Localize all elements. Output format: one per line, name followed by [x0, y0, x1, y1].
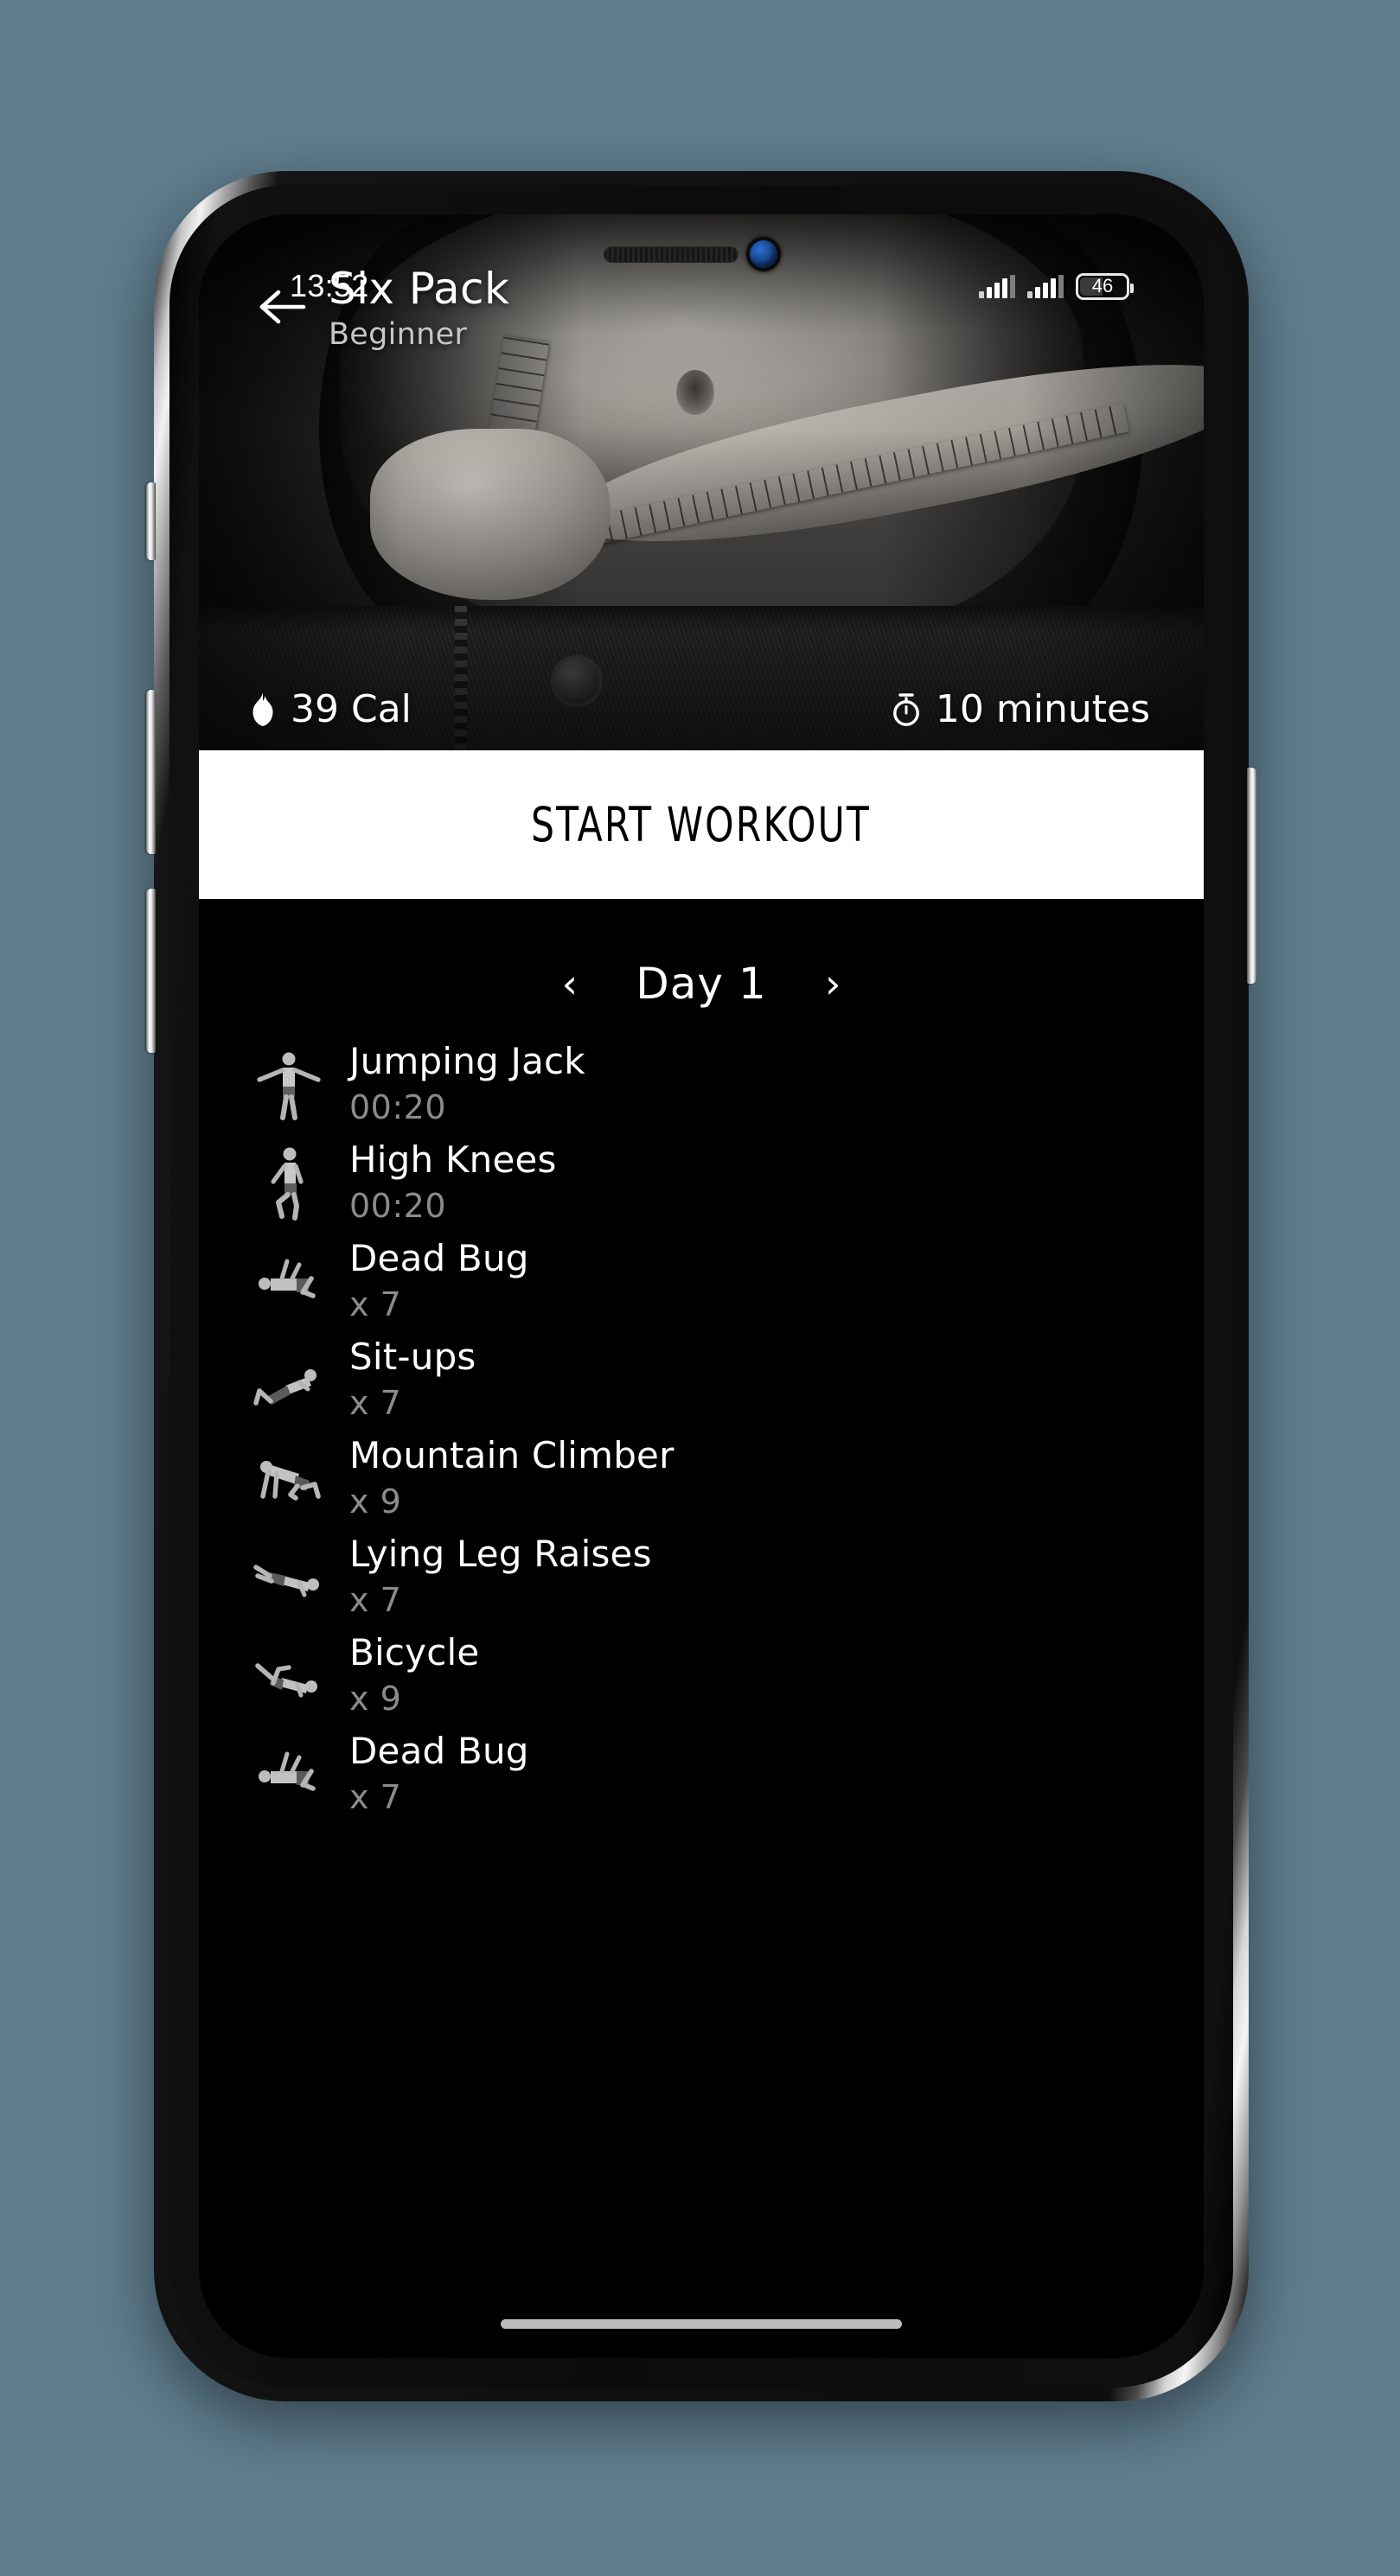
list-item[interactable]: Dead Bug x 7 [199, 1231, 1204, 1329]
exercise-thumbnail-mountain-climber [240, 1432, 337, 1522]
exercise-meta: 00:20 [349, 1186, 447, 1225]
exercise-name: Bicycle [349, 1630, 480, 1674]
exercise-info: Lying Leg Raises x 7 [349, 1532, 652, 1619]
exercise-info: Dead Bug x 7 [349, 1729, 529, 1816]
duration-value: 10 minutes [935, 687, 1150, 731]
hero-section: Six Pack Beginner 39 Cal 10 minutes [199, 214, 1204, 750]
start-workout-label: START WORKOUT [531, 797, 872, 852]
day-navigator: ‹ Day 1 › [199, 932, 1204, 1036]
exercise-name: Mountain Climber [349, 1433, 674, 1476]
exercise-thumbnail-dead-bug [240, 1728, 337, 1818]
earpiece-speaker-icon [604, 246, 738, 263]
front-camera-icon [750, 240, 777, 268]
list-item[interactable]: High Knees 00:20 [199, 1132, 1204, 1231]
back-button[interactable] [246, 270, 320, 344]
exercise-thumbnail-dead-bug [240, 1235, 337, 1325]
back-arrow-icon [259, 288, 307, 326]
app-header: Six Pack Beginner [199, 265, 1204, 352]
list-item[interactable]: Dead Bug x 7 [199, 1724, 1204, 1822]
exercise-name: High Knees [349, 1138, 557, 1181]
list-item[interactable]: Bicycle x 9 [199, 1625, 1204, 1724]
exercise-thumbnail-sit-ups [240, 1334, 337, 1424]
volume-up-button[interactable] [146, 690, 156, 854]
wallpaper-background: Six Pack Beginner 39 Cal 10 minutes STAR… [0, 0, 1400, 2576]
day-label: Day 1 [636, 959, 767, 1009]
chevron-right-icon[interactable]: › [813, 955, 853, 1012]
power-button[interactable] [1247, 768, 1256, 984]
list-item[interactable]: Mountain Climber x 9 [199, 1428, 1204, 1527]
exercise-thumbnail-lying-leg-raises [240, 1531, 337, 1621]
chevron-left-icon[interactable]: ‹ [550, 955, 590, 1012]
exercise-name: Sit-ups [349, 1335, 476, 1378]
exercise-thumbnail-high-knees [240, 1137, 337, 1227]
exercise-name: Dead Bug [349, 1729, 529, 1772]
duration-stat: 10 minutes [891, 687, 1150, 731]
calories-stat: 39 Cal [249, 687, 412, 731]
exercise-meta: x 9 [349, 1679, 402, 1718]
exercise-meta: 00:20 [349, 1087, 447, 1126]
mute-switch[interactable] [146, 482, 156, 560]
exercise-meta: x 9 [349, 1482, 402, 1521]
volume-down-button[interactable] [146, 889, 156, 1053]
exercise-info: Sit-ups x 7 [349, 1335, 476, 1422]
calories-value: 39 Cal [291, 687, 412, 731]
difficulty-label: Beginner [329, 317, 468, 352]
exercise-name: Dead Bug [349, 1236, 529, 1279]
phone-screen: Six Pack Beginner 39 Cal 10 minutes STAR… [199, 214, 1204, 2358]
workout-stats: 39 Cal 10 minutes [199, 687, 1204, 731]
list-item[interactable]: Lying Leg Raises x 7 [199, 1527, 1204, 1625]
start-workout-button[interactable]: START WORKOUT [199, 750, 1204, 899]
exercise-info: Bicycle x 9 [349, 1630, 480, 1718]
list-item[interactable]: Jumping Jack 00:20 [199, 1034, 1204, 1132]
page-title: Six Pack [329, 264, 510, 314]
list-item[interactable]: Sit-ups x 7 [199, 1329, 1204, 1428]
exercise-name: Jumping Jack [349, 1039, 585, 1082]
stopwatch-icon [891, 691, 922, 729]
exercise-thumbnail-bicycle [240, 1629, 337, 1719]
exercise-list[interactable]: Jumping Jack 00:20 High Knees 00:20 Dead… [199, 1034, 1204, 2358]
exercise-info: Jumping Jack 00:20 [349, 1043, 585, 1124]
flame-icon [249, 691, 277, 729]
home-indicator[interactable] [501, 2319, 902, 2329]
exercise-meta: x 7 [349, 1777, 402, 1816]
workout-detail-screen: Six Pack Beginner 39 Cal 10 minutes STAR… [199, 214, 1204, 2358]
exercise-name: Lying Leg Raises [349, 1532, 652, 1575]
header-titles: Six Pack Beginner [329, 264, 510, 353]
exercise-meta: x 7 [349, 1285, 402, 1323]
phone-device: Six Pack Beginner 39 Cal 10 minutes STAR… [146, 171, 1256, 2401]
exercise-thumbnail-jumping-jack [240, 1038, 337, 1128]
exercise-meta: x 7 [349, 1580, 402, 1619]
exercise-meta: x 7 [349, 1383, 402, 1422]
exercise-info: Dead Bug x 7 [349, 1240, 529, 1321]
exercise-info: Mountain Climber x 9 [349, 1433, 674, 1521]
exercise-info: High Knees 00:20 [349, 1138, 557, 1225]
